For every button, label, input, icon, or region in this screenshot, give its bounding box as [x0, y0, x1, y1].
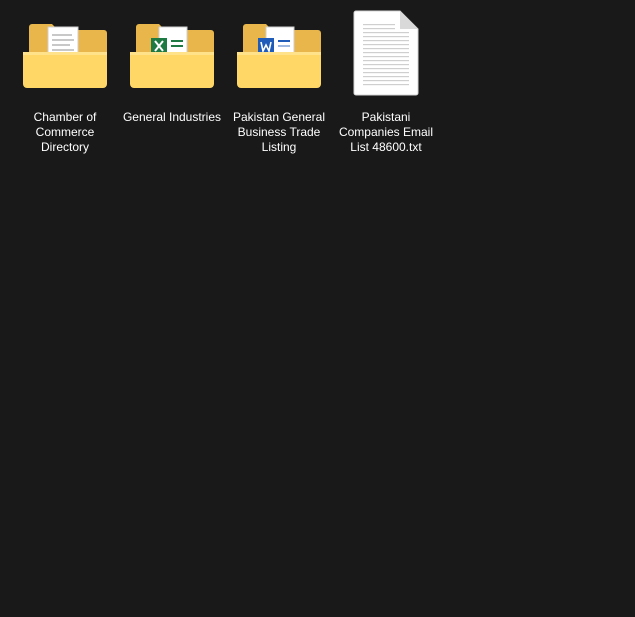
folder-with-document-icon [15, 10, 115, 102]
folder-general-industries[interactable]: General Industries [122, 10, 222, 160]
folder-label: Chamber of Commerce Directory [33, 110, 97, 154]
folder-chamber-of-commerce-directory[interactable]: Chamber of Commerce Directory [15, 10, 115, 160]
folder-label: General Industries [122, 110, 222, 124]
text-file-icon [336, 10, 436, 102]
desktop[interactable]: Chamber of Commerce Directory General In… [0, 0, 635, 617]
folder-pakistan-general-business-trade-listing[interactable]: Pakistan General Business Trade Listing [229, 10, 329, 160]
file-label: Pakistani Companies Email List 48600.txt [338, 110, 434, 154]
folder-with-excel-icon [122, 10, 222, 102]
file-pakistani-companies-email-list[interactable]: Pakistani Companies Email List 48600.txt [336, 10, 436, 160]
folder-label: Pakistan General Business Trade Listing [232, 110, 326, 154]
folder-with-word-icon [229, 10, 329, 102]
